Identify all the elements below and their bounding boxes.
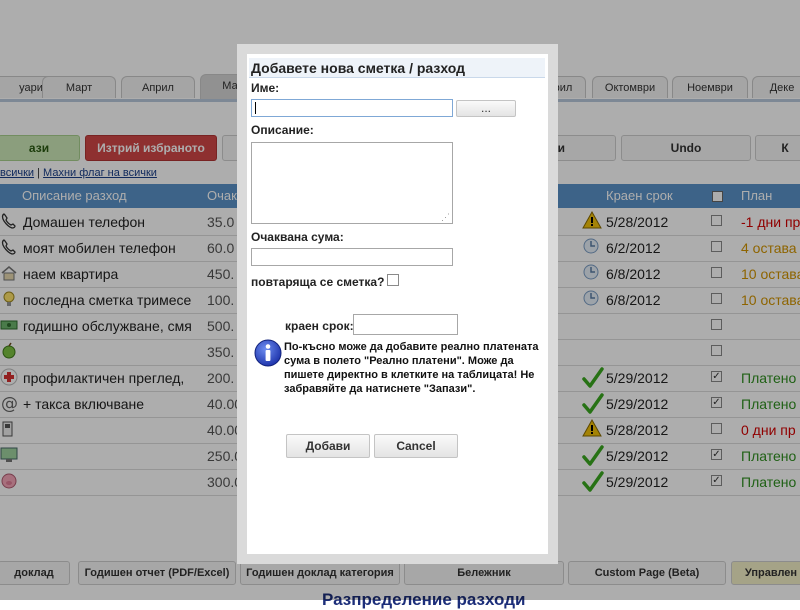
description-textarea[interactable]: ⋰ — [251, 142, 453, 224]
name-label: Име: — [251, 81, 280, 95]
resize-grip-icon[interactable]: ⋰ — [441, 213, 450, 222]
due-date-label: краен срок: — [285, 319, 354, 333]
recurring-checkbox[interactable] — [387, 274, 399, 286]
info-icon — [254, 339, 282, 372]
browse-button[interactable]: ... — [456, 100, 516, 117]
amount-label: Очаквана сума: — [251, 230, 344, 244]
recurring-label: повтаряща се сметка? — [251, 275, 385, 289]
dialog-body: Добавете нова сметка / разход Име: ... О… — [247, 54, 548, 554]
add-button[interactable]: Добави — [286, 434, 370, 458]
amount-input[interactable] — [251, 248, 453, 266]
description-label: Описание: — [251, 123, 314, 137]
info-text: По-късно може да добавите реално платена… — [284, 341, 539, 395]
dialog-title: Добавете нова сметка / разход — [249, 58, 545, 78]
add-bill-dialog: Добавете нова сметка / разход Име: ... О… — [237, 44, 558, 564]
name-input[interactable] — [251, 99, 453, 117]
due-date-input[interactable] — [353, 314, 458, 335]
text-cursor — [255, 102, 256, 114]
cancel-button[interactable]: Cancel — [374, 434, 458, 458]
